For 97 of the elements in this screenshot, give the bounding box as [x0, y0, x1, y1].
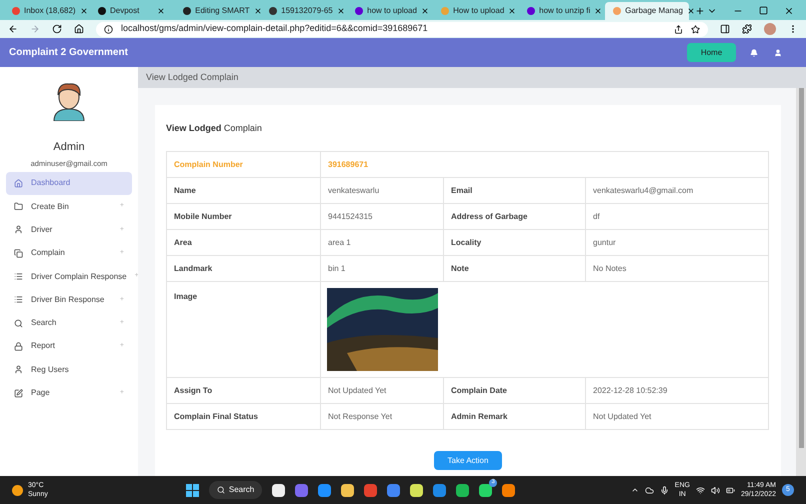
- star-icon[interactable]: [691, 24, 700, 34]
- table-cell: Complain Date: [444, 378, 586, 403]
- user-icon: [14, 365, 23, 374]
- search-icon: [14, 318, 23, 328]
- chevron-up-icon[interactable]: [630, 486, 639, 494]
- close-icon[interactable]: [336, 7, 345, 15]
- lock-icon: [14, 342, 23, 351]
- table-cell-text: Not Updated Yet: [592, 410, 652, 422]
- browser-tab[interactable]: Devpost: [90, 2, 174, 20]
- app-icon[interactable]: [479, 484, 492, 496]
- table-cell: Locality: [444, 230, 586, 255]
- list-icon: [14, 295, 23, 304]
- brand-title: Complaint 2 Government: [9, 46, 128, 60]
- table-cell: Complain Number: [167, 152, 321, 177]
- card-title: View Lodged Complain: [166, 123, 262, 133]
- address-field[interactable]: localhost/gms/admin/view-complain-detail.php?editid=6&&comid=391689671: [96, 22, 708, 36]
- search-icon: [216, 486, 225, 494]
- user-icon[interactable]: [774, 48, 782, 56]
- site-icon: [355, 7, 364, 15]
- table-cell-text: venkateswarlu4@gmail.com: [592, 184, 694, 196]
- close-icon[interactable]: [254, 7, 262, 15]
- close-icon[interactable]: [80, 7, 88, 15]
- volume-icon[interactable]: [710, 486, 720, 494]
- back-icon[interactable]: [8, 24, 18, 34]
- table-cell: 9441524315: [321, 204, 444, 229]
- share-icon[interactable]: [674, 24, 683, 34]
- new-tab-icon[interactable]: [695, 6, 705, 16]
- user-name: Admin: [53, 140, 85, 155]
- table-cell-text: 2022-12-28 10:52:39: [592, 384, 668, 396]
- site-icon: [183, 7, 192, 15]
- app-icon[interactable]: [410, 484, 424, 496]
- table-cell: Admin Remark: [444, 404, 586, 429]
- browser-tab[interactable]: Editing SMART: [175, 2, 260, 20]
- app-icon[interactable]: [502, 484, 516, 496]
- table-cell: Name: [167, 178, 321, 203]
- sun-icon: [12, 484, 23, 496]
- user-icon: [14, 225, 23, 234]
- site-icon: [12, 7, 20, 15]
- table-cell: Not Response Yet: [321, 404, 444, 429]
- info-icon[interactable]: [104, 24, 113, 34]
- notification-icon[interactable]: [750, 48, 758, 56]
- site-icon: [527, 7, 536, 15]
- browser-tab[interactable]: 159132079-65: [261, 2, 346, 20]
- site-icon: [269, 7, 278, 15]
- folder-icon: [14, 202, 23, 212]
- list-icon: [14, 272, 23, 282]
- home-icon: [14, 178, 23, 188]
- table-cell: Not Updated Yet: [321, 378, 444, 403]
- table-cell: Assign To: [167, 378, 321, 403]
- start-icon[interactable]: [186, 484, 199, 496]
- table-cell: bin 1: [321, 256, 444, 281]
- app-icon[interactable]: [272, 484, 286, 496]
- table-cell: Landmark: [167, 256, 321, 281]
- browser-tab[interactable]: how to upload: [347, 2, 432, 20]
- sidebar-icon[interactable]: [720, 24, 730, 34]
- sidebar-item[interactable]: Reg Users: [6, 358, 132, 382]
- table-cell: area 1: [321, 230, 444, 255]
- close-icon[interactable]: [686, 7, 695, 15]
- table-cell-text: 391689671: [327, 158, 370, 170]
- table-cell: venkateswarlu: [321, 178, 444, 203]
- home-button[interactable]: Home: [687, 43, 736, 62]
- table-cell: Area: [167, 230, 321, 255]
- avatar-drawing: [52, 81, 86, 121]
- close-icon[interactable]: [157, 7, 166, 15]
- site-icon: [98, 7, 106, 15]
- breadcrumb-title: View Lodged Complain: [146, 70, 238, 84]
- microphone-icon[interactable]: [660, 486, 669, 494]
- browser-tab[interactable]: Inbox (18,682): [4, 2, 88, 20]
- edit-icon: [14, 388, 23, 398]
- browser-tab[interactable]: how to unzip fi: [519, 2, 604, 20]
- site-icon: [441, 7, 450, 15]
- close-icon[interactable]: [784, 6, 794, 16]
- copy-icon: [14, 248, 23, 258]
- search-button[interactable]: Search: [208, 481, 262, 499]
- table-cell: Note: [444, 256, 586, 281]
- battery-icon[interactable]: [726, 486, 735, 494]
- reload-icon[interactable]: [52, 24, 62, 34]
- table-cell: Address of Garbage: [444, 204, 586, 229]
- table-cell: Email: [444, 178, 586, 203]
- wifi-icon[interactable]: [696, 486, 705, 494]
- table-cell: Mobile Number: [167, 204, 321, 229]
- cloud-icon[interactable]: [644, 486, 654, 494]
- browser-tab[interactable]: How to upload: [433, 2, 518, 20]
- table-cell-text: df: [592, 210, 601, 222]
- close-icon[interactable]: [420, 7, 429, 15]
- table-cell-text: No Notes: [592, 262, 628, 274]
- maximize-icon[interactable]: [759, 6, 768, 15]
- extensions-icon[interactable]: [742, 24, 752, 34]
- home-icon[interactable]: [74, 24, 84, 34]
- table-cell: Image: [167, 282, 321, 377]
- table-cell-text: guntur: [592, 236, 617, 248]
- close-icon[interactable]: [594, 7, 602, 15]
- app-icon[interactable]: [341, 484, 354, 496]
- close-icon[interactable]: [508, 7, 516, 15]
- site-icon: [613, 7, 622, 15]
- app-icon[interactable]: [456, 484, 470, 496]
- table-cell: Complain Final Status: [167, 404, 321, 429]
